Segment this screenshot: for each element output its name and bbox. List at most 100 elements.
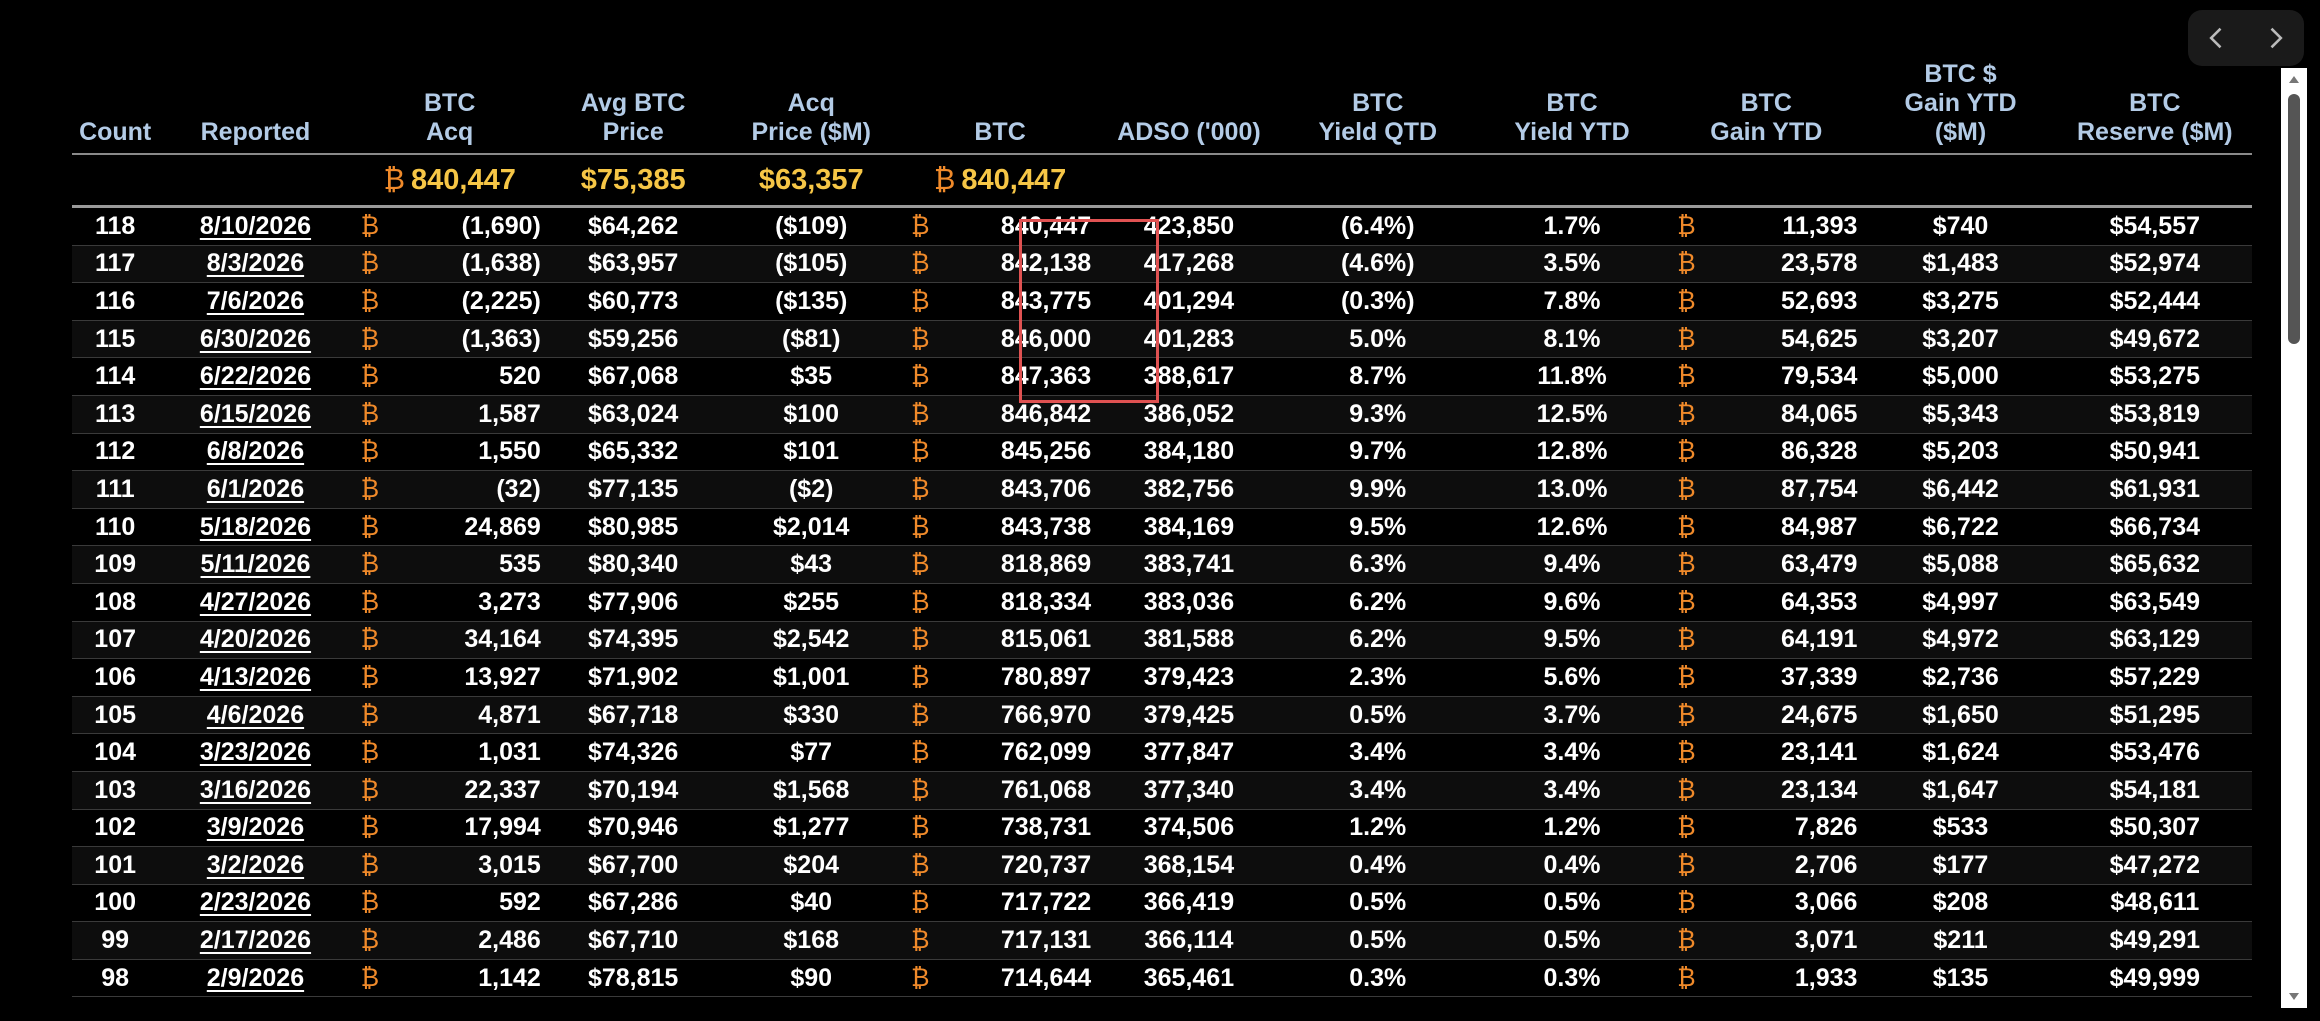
cell-avg-price: $70,946 — [546, 809, 720, 848]
column-header-acq-price[interactable]: Acq Price ($M) — [719, 60, 903, 155]
cell-yield-qtd: 3.4% — [1280, 733, 1475, 772]
cell-dollar-gain-ytd: $5,088 — [1863, 545, 2058, 584]
reported-date-link[interactable]: 4/6/2026 — [207, 701, 304, 729]
btc-amount-value: 79,534 — [1780, 362, 1858, 391]
column-header-btc-yield-qtd[interactable]: BTC Yield QTD — [1280, 60, 1475, 155]
cell-gain-ytd: ₿ 79,534 — [1669, 357, 1864, 396]
cell-reported[interactable]: 6/8/2026 — [158, 433, 353, 472]
table-row: 112 6/8/2026 ₿ 1,550 $65,332 $101 ₿ 845,256 384,… — [72, 433, 2252, 472]
cell-reported[interactable]: 7/6/2026 — [158, 282, 353, 321]
table-row: 116 7/6/2026 ₿ (2,225) $60,773 ($135) ₿ 843,775… — [72, 282, 2252, 321]
reported-date-link[interactable]: 8/3/2026 — [207, 249, 304, 277]
column-header-btc-dollar-gain-ytd[interactable]: BTC $ Gain YTD ($M) — [1863, 60, 2058, 155]
reported-date-link[interactable]: 5/18/2026 — [200, 513, 311, 541]
reported-date-link[interactable]: 6/22/2026 — [200, 362, 311, 390]
btc-amount: ₿ 34,164 — [353, 625, 547, 654]
cell-dollar-gain-ytd: $1,650 — [1863, 696, 2058, 735]
cell-btc: ₿ 846,842 — [902, 395, 1098, 434]
reported-date-link[interactable]: 3/23/2026 — [200, 738, 311, 766]
reported-date-link[interactable]: 4/27/2026 — [200, 588, 311, 616]
reported-date-link[interactable]: 8/10/2026 — [200, 212, 311, 240]
btc-amount: ₿ 843,706 — [903, 475, 1097, 504]
column-header-btc[interactable]: BTC — [902, 60, 1098, 155]
scroll-up-arrow-icon[interactable] — [2281, 68, 2307, 90]
cell-reported[interactable]: 3/2/2026 — [158, 846, 353, 885]
reported-date-link[interactable]: 2/9/2026 — [207, 964, 304, 992]
cell-reported[interactable]: 4/20/2026 — [158, 621, 353, 660]
btc-symbol-icon: ₿ — [1677, 813, 1696, 842]
reported-date-link[interactable]: 6/1/2026 — [207, 475, 304, 503]
btc-amount-value: 780,897 — [1000, 662, 1092, 691]
cell-reported[interactable]: 3/9/2026 — [158, 809, 353, 848]
cell-yield-ytd: 0.3% — [1474, 959, 1670, 998]
reported-date-link[interactable]: 2/17/2026 — [200, 926, 311, 954]
column-header-avg-btc-price[interactable]: Avg BTC Price — [546, 60, 720, 155]
reported-date-link[interactable]: 3/16/2026 — [200, 776, 311, 804]
cell-dollar-gain-ytd: $211 — [1863, 921, 2058, 960]
cell-btc-acq: ₿ (1,638) — [352, 245, 547, 284]
cell-yield-qtd: 0.5% — [1280, 696, 1475, 735]
reported-date-link[interactable]: 6/8/2026 — [207, 437, 304, 465]
cell-reported[interactable]: 4/6/2026 — [158, 696, 353, 735]
cell-dollar-gain-ytd: $208 — [1863, 884, 2058, 923]
cell-adso: 366,419 — [1097, 884, 1281, 923]
column-header-btc-acq[interactable]: BTC Acq — [352, 60, 547, 155]
cell-reported[interactable]: 6/22/2026 — [158, 357, 353, 396]
btc-amount: ₿ 1,031 — [353, 738, 547, 767]
cell-reported[interactable]: 8/10/2026 — [158, 206, 353, 246]
vertical-scrollbar[interactable] — [2281, 68, 2307, 1008]
cell-avg-price: $67,710 — [546, 921, 720, 960]
scrollbar-thumb[interactable] — [2288, 94, 2300, 344]
reported-date-link[interactable]: 3/2/2026 — [207, 851, 304, 879]
cell-reported[interactable]: 2/9/2026 — [158, 959, 353, 998]
reported-date-link[interactable]: 4/13/2026 — [200, 663, 311, 691]
column-header-btc-yield-ytd[interactable]: BTC Yield YTD — [1474, 60, 1670, 155]
column-header-adso[interactable]: ADSO ('000) — [1097, 60, 1281, 155]
cell-yield-qtd: (4.6%) — [1280, 245, 1475, 284]
table-row: 115 6/30/2026 ₿ (1,363) $59,256 ($81) ₿ 846,000… — [72, 320, 2252, 359]
column-header-reported[interactable]: Reported — [158, 60, 353, 155]
cell-yield-qtd: 0.4% — [1280, 846, 1475, 885]
cell-reported[interactable]: 3/23/2026 — [158, 733, 353, 772]
cell-count: 111 — [72, 470, 159, 509]
cell-reported[interactable]: 2/17/2026 — [158, 921, 353, 960]
cell-gain-ytd: ₿ 87,754 — [1669, 470, 1864, 509]
cell-reported[interactable]: 5/18/2026 — [158, 508, 353, 547]
reported-date-link[interactable]: 7/6/2026 — [207, 287, 304, 315]
column-header-btc-gain-ytd[interactable]: BTC Gain YTD — [1669, 60, 1864, 155]
cell-reported[interactable]: 3/16/2026 — [158, 771, 353, 810]
btc-amount: ₿ 86,328 — [1669, 437, 1863, 466]
cell-yield-ytd: 3.4% — [1474, 733, 1670, 772]
btc-amount: ₿ (1,638) — [353, 249, 547, 278]
cell-reported[interactable]: 6/30/2026 — [158, 320, 353, 359]
cell-dollar-gain-ytd: $4,972 — [1863, 621, 2058, 660]
btc-symbol-icon: ₿ — [910, 775, 930, 804]
btc-amount-value: 846,000 — [1000, 324, 1092, 353]
next-button[interactable] — [2251, 14, 2299, 62]
column-header-count[interactable]: Count — [72, 60, 159, 155]
cell-avg-price: $67,068 — [546, 357, 720, 396]
cell-dollar-gain-ytd: $6,442 — [1863, 470, 2058, 509]
scroll-down-arrow-icon[interactable] — [2281, 986, 2307, 1008]
reported-date-link[interactable]: 6/15/2026 — [200, 400, 311, 428]
prev-button[interactable] — [2193, 14, 2241, 62]
cell-reported[interactable]: 6/15/2026 — [158, 395, 353, 434]
cell-btc: ₿ 843,775 — [902, 282, 1098, 321]
btc-symbol-icon: ₿ — [360, 775, 380, 804]
cell-reported[interactable]: 5/11/2026 — [158, 545, 353, 584]
reported-date-link[interactable]: 4/20/2026 — [200, 625, 311, 653]
cell-reported[interactable]: 2/23/2026 — [158, 884, 353, 923]
table-row: 114 6/22/2026 ₿ 520 $67,068 $35 ₿ 847,363 388,61… — [72, 357, 2252, 396]
reported-date-link[interactable]: 5/11/2026 — [201, 550, 311, 578]
cell-reported[interactable]: 8/3/2026 — [158, 245, 353, 284]
cell-reported[interactable]: 4/27/2026 — [158, 583, 353, 622]
cell-reported[interactable]: 6/1/2026 — [158, 470, 353, 509]
btc-amount: ₿ 4,871 — [353, 701, 547, 730]
cell-reported[interactable]: 4/13/2026 — [158, 658, 353, 697]
reported-date-link[interactable]: 3/9/2026 — [207, 813, 304, 841]
btc-symbol-icon: ₿ — [360, 850, 380, 879]
reported-date-link[interactable]: 2/23/2026 — [200, 888, 311, 916]
cell-acq-price: $2,014 — [719, 508, 903, 547]
reported-date-link[interactable]: 6/30/2026 — [200, 325, 311, 353]
column-header-btc-reserve[interactable]: BTC Reserve ($M) — [2057, 60, 2252, 155]
